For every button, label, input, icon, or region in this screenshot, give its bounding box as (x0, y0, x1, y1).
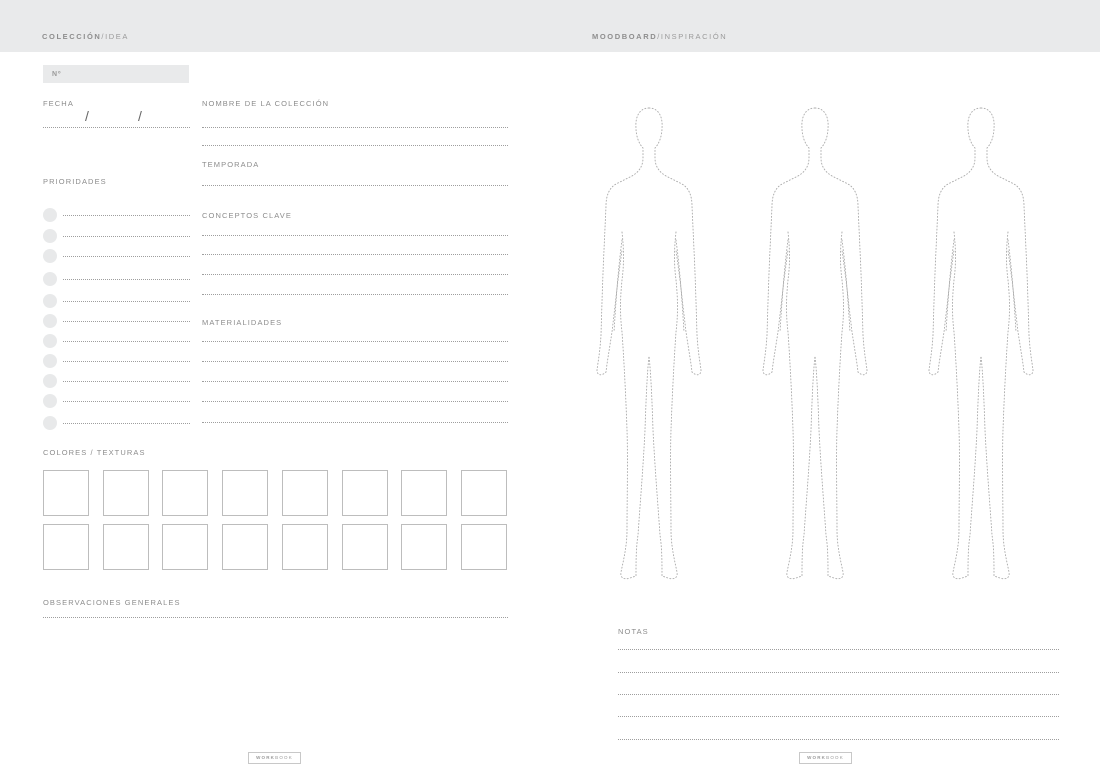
conceptos-line[interactable] (202, 294, 508, 295)
priority-checkbox[interactable] (43, 314, 57, 328)
color-swatch[interactable] (102, 524, 149, 570)
priority-checkbox[interactable] (43, 334, 57, 348)
materialidades-label: MATERIALIDADES (202, 318, 283, 327)
coleccion-label: NOMBRE DE LA COLECCIÓN (202, 99, 330, 108)
priority-checkbox[interactable] (43, 374, 57, 388)
date-separator: / (138, 108, 142, 124)
priority-checkbox[interactable] (43, 394, 57, 408)
coleccion-line[interactable] (202, 145, 508, 146)
priority-line[interactable] (63, 423, 190, 424)
materialidades-line[interactable] (202, 381, 508, 382)
materialidades-line[interactable] (202, 422, 508, 423)
croquis-figures (596, 107, 1034, 580)
workbook-logo: WORKBOOK (799, 752, 852, 764)
right-page-title: MOODBOARD/INSPIRACIÓN (592, 32, 728, 41)
color-swatch[interactable] (43, 470, 89, 516)
color-swatch[interactable] (460, 470, 507, 516)
priority-checkbox[interactable] (43, 272, 57, 286)
priority-line[interactable] (63, 401, 190, 402)
priority-line[interactable] (63, 256, 190, 257)
color-swatch[interactable] (43, 524, 89, 570)
left-page-title: COLECCIÓN/IDEA (42, 32, 129, 41)
color-swatch[interactable] (341, 524, 388, 570)
colores-label: COLORES / TEXTURAS (43, 448, 146, 457)
temporada-line[interactable] (202, 185, 508, 186)
priority-checkbox[interactable] (43, 249, 57, 263)
color-swatch[interactable] (281, 524, 328, 570)
notas-line[interactable] (618, 694, 1059, 695)
conceptos-line[interactable] (202, 274, 508, 275)
priority-line[interactable] (63, 301, 190, 302)
priority-checkbox[interactable] (43, 416, 57, 430)
croquis-figure-outline (762, 107, 868, 580)
color-swatch[interactable] (162, 470, 209, 516)
priority-checkbox[interactable] (43, 208, 57, 222)
priority-line[interactable] (63, 341, 190, 342)
coleccion-line[interactable] (202, 127, 508, 128)
date-separator: / (85, 108, 89, 124)
color-swatch[interactable] (401, 524, 448, 570)
workbook-logo: WORKBOOK (248, 752, 301, 764)
notas-line[interactable] (618, 672, 1059, 673)
priority-line[interactable] (63, 361, 190, 362)
priority-line[interactable] (63, 215, 190, 216)
color-swatch[interactable] (222, 470, 269, 516)
notas-line[interactable] (618, 649, 1059, 650)
color-swatch[interactable] (222, 524, 269, 570)
header-band: COLECCIÓN/IDEA MOODBOARD/INSPIRACIÓN (0, 0, 1100, 52)
notas-label: NOTAS (618, 627, 649, 636)
priority-line[interactable] (63, 381, 190, 382)
number-field[interactable]: Nº (43, 65, 189, 83)
notas-line[interactable] (618, 716, 1059, 717)
materialidades-line[interactable] (202, 401, 508, 402)
temporada-label: TEMPORADA (202, 160, 260, 169)
fecha-label: FECHA (43, 99, 74, 108)
observaciones-label: OBSERVACIONES GENERALES (43, 598, 181, 607)
priority-checkbox[interactable] (43, 294, 57, 308)
color-swatch[interactable] (460, 524, 507, 570)
croquis-figure-outline (596, 107, 702, 580)
conceptos-line[interactable] (202, 254, 508, 255)
conceptos-line[interactable] (202, 235, 508, 236)
materialidades-line[interactable] (202, 341, 508, 342)
fecha-line[interactable] (43, 127, 190, 128)
color-swatch[interactable] (162, 524, 209, 570)
priority-checkbox[interactable] (43, 354, 57, 368)
priority-line[interactable] (63, 236, 190, 237)
conceptos-label: CONCEPTOS CLAVE (202, 211, 292, 220)
materialidades-line[interactable] (202, 361, 508, 362)
priority-checkbox[interactable] (43, 229, 57, 243)
croquis-figure-outline (928, 107, 1034, 580)
number-label: Nº (52, 71, 62, 78)
observaciones-line[interactable] (43, 617, 508, 618)
color-swatch[interactable] (341, 470, 388, 516)
color-swatch[interactable] (102, 470, 149, 516)
color-swatch[interactable] (281, 470, 328, 516)
priority-line[interactable] (63, 279, 190, 280)
priority-line[interactable] (63, 321, 190, 322)
color-swatch[interactable] (401, 470, 448, 516)
notas-line[interactable] (618, 739, 1059, 740)
prioridades-label: PRIORIDADES (43, 177, 107, 186)
